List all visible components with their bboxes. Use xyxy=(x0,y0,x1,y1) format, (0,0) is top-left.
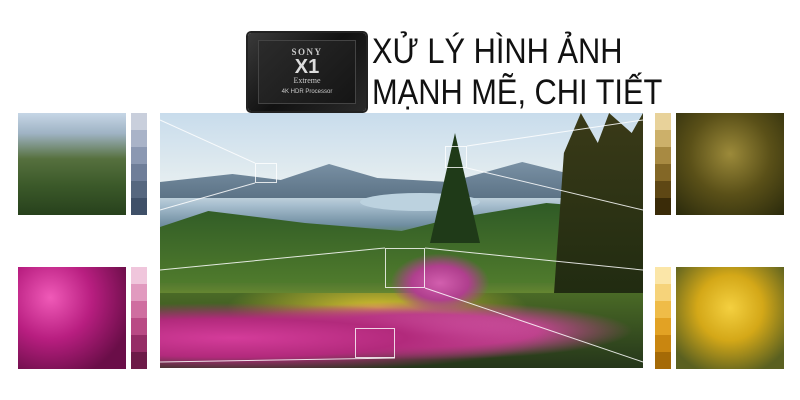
swatch-step xyxy=(655,283,671,301)
color-gradient-swatch-gold xyxy=(655,267,671,369)
swatch-step xyxy=(131,267,147,284)
tree-detail-thumbnail xyxy=(676,113,784,215)
swatch-step xyxy=(655,113,671,130)
swatch-step xyxy=(131,197,147,215)
swatch-step xyxy=(131,113,147,130)
swatch-step xyxy=(655,317,671,335)
swatch-step xyxy=(131,146,147,164)
swatch-step xyxy=(131,129,147,147)
color-gradient-swatch-magenta xyxy=(131,267,147,369)
swatch-step xyxy=(655,180,671,198)
swatch-step xyxy=(655,146,671,164)
pink-flowers-detail-thumbnail xyxy=(18,267,126,369)
swatch-step xyxy=(131,317,147,335)
swatch-step xyxy=(131,163,147,181)
swatch-step xyxy=(655,163,671,181)
swatch-step xyxy=(655,351,671,369)
swatch-step xyxy=(131,351,147,369)
swatch-step xyxy=(131,334,147,352)
swatch-step xyxy=(655,129,671,147)
swatch-step xyxy=(131,283,147,301)
swatch-step xyxy=(655,334,671,352)
mountain-detail-thumbnail xyxy=(18,113,126,215)
swatch-step xyxy=(131,180,147,198)
swatch-step xyxy=(655,197,671,215)
yellow-flowers-detail-thumbnail xyxy=(676,267,784,369)
color-gradient-swatch-olive xyxy=(655,113,671,215)
swatch-step xyxy=(655,267,671,284)
swatch-step xyxy=(131,300,147,318)
color-gradient-swatch-blue xyxy=(131,113,147,215)
swatch-step xyxy=(655,300,671,318)
